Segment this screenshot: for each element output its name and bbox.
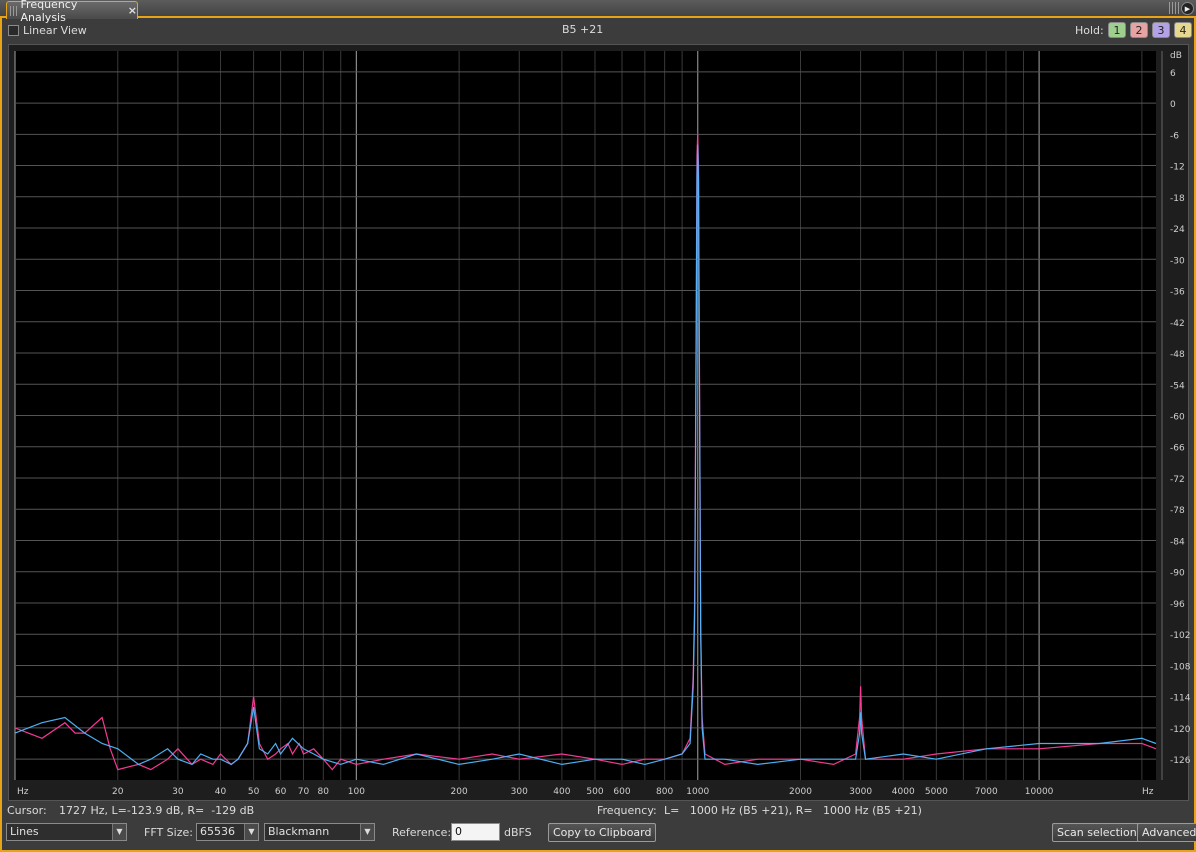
y-tick-label: -102 bbox=[1170, 631, 1190, 641]
fft-size-label: FFT Size: bbox=[144, 826, 193, 839]
x-tick-label: 10000 bbox=[1025, 787, 1054, 797]
y-tick-label: -30 bbox=[1170, 256, 1185, 266]
x-unit-label-right: Hz bbox=[1142, 787, 1154, 797]
y-tick-label: -42 bbox=[1170, 319, 1185, 329]
panel-menu-icon[interactable]: ▶ bbox=[1181, 2, 1194, 15]
scan-selection-button[interactable]: Scan selection bbox=[1052, 823, 1142, 842]
note-display: B5 +21 bbox=[562, 23, 604, 36]
close-icon[interactable]: × bbox=[128, 4, 137, 17]
x-tick-label: 200 bbox=[451, 787, 468, 797]
y-tick-label: -6 bbox=[1170, 131, 1179, 141]
x-tick-label: 500 bbox=[586, 787, 603, 797]
hold-button-4[interactable]: 4 bbox=[1174, 22, 1192, 38]
chevron-down-icon[interactable]: ▼ bbox=[360, 824, 374, 840]
chevron-down-icon[interactable]: ▼ bbox=[112, 824, 126, 840]
window-function-select[interactable]: Blackmann ▼ bbox=[264, 823, 375, 841]
grip-icon[interactable] bbox=[10, 5, 17, 16]
bottom-controls: Lines ▼ FFT Size: 65536 ▼ Blackmann ▼ Re… bbox=[0, 822, 1196, 844]
linear-view-label[interactable]: Linear View bbox=[23, 24, 87, 37]
x-tick-label: 80 bbox=[318, 787, 330, 797]
fft-size-select[interactable]: 65536 ▼ bbox=[196, 823, 259, 841]
x-tick-label: 20 bbox=[112, 787, 124, 797]
x-tick-label: 3000 bbox=[849, 787, 872, 797]
x-unit-label-left: Hz bbox=[17, 787, 29, 797]
y-tick-label: -66 bbox=[1170, 444, 1185, 454]
x-tick-label: 7000 bbox=[975, 787, 998, 797]
y-tick-label: -120 bbox=[1170, 725, 1190, 735]
hold-label: Hold: bbox=[1075, 24, 1104, 37]
tab-frequency-analysis[interactable]: Frequency Analysis × bbox=[6, 0, 138, 24]
y-tick-label: -24 bbox=[1170, 225, 1185, 235]
window-function-value: Blackmann bbox=[268, 825, 330, 838]
y-tick-label: -60 bbox=[1170, 413, 1185, 423]
chevron-down-icon[interactable]: ▼ bbox=[244, 824, 258, 840]
x-tick-label: 70 bbox=[298, 787, 310, 797]
display-mode-select[interactable]: Lines ▼ bbox=[6, 823, 127, 841]
y-tick-label: -114 bbox=[1170, 694, 1190, 704]
copy-to-clipboard-button[interactable]: Copy to Clipboard bbox=[548, 823, 657, 842]
frequency-label: Frequency: bbox=[597, 804, 657, 817]
spectrum-plot[interactable]: 6 0 -6 -12 -18 -24 -30 -36 -42 -48 -54 -60 -66 -72 -78… bbox=[8, 44, 1190, 802]
x-tick-label: 2000 bbox=[789, 787, 812, 797]
x-tick-label: 100 bbox=[348, 787, 365, 797]
display-mode-value: Lines bbox=[10, 825, 39, 838]
top-controls: Linear View B5 +21 Hold: 1234 bbox=[6, 22, 1192, 40]
x-tick-label: 40 bbox=[215, 787, 227, 797]
cursor-label: Cursor: bbox=[7, 804, 47, 817]
x-tick-label: 1000 bbox=[686, 787, 709, 797]
linear-view-checkbox[interactable] bbox=[8, 25, 19, 36]
y-tick-label: -36 bbox=[1170, 288, 1185, 298]
hold-button-1[interactable]: 1 bbox=[1108, 22, 1126, 38]
hold-button-3[interactable]: 3 bbox=[1152, 22, 1170, 38]
x-tick-label: 600 bbox=[613, 787, 630, 797]
reference-label: Reference: bbox=[392, 826, 452, 839]
reference-unit: dBFS bbox=[504, 826, 532, 839]
x-tick-label: 400 bbox=[553, 787, 570, 797]
titlebar-controls: ▶ bbox=[1169, 2, 1194, 15]
y-tick-label: -90 bbox=[1170, 569, 1185, 579]
y-tick-label: -54 bbox=[1170, 381, 1185, 391]
y-tick-label: -12 bbox=[1170, 163, 1185, 173]
y-tick-label: -84 bbox=[1170, 537, 1185, 547]
y-tick-label: -96 bbox=[1170, 600, 1185, 610]
fft-size-value: 65536 bbox=[200, 825, 235, 838]
y-unit-label: dB bbox=[1170, 51, 1182, 61]
y-tick-label: -48 bbox=[1170, 350, 1185, 360]
y-tick-label: 6 bbox=[1170, 69, 1176, 79]
x-tick-label: 30 bbox=[172, 787, 184, 797]
hold-button-2[interactable]: 2 bbox=[1130, 22, 1148, 38]
spectrum-chart[interactable]: 60-6-12-18-24-30-36-42-48-54-60-66-72-78… bbox=[9, 45, 1190, 802]
x-tick-label: 60 bbox=[275, 787, 287, 797]
y-tick-label: -78 bbox=[1170, 506, 1185, 516]
y-tick-label: -72 bbox=[1170, 475, 1185, 485]
tab-title: Frequency Analysis bbox=[20, 0, 78, 24]
x-tick-label: 800 bbox=[656, 787, 673, 797]
y-tick-label: -126 bbox=[1170, 756, 1190, 766]
x-tick-label: 5000 bbox=[925, 787, 948, 797]
frequency-value: L= 1000 Hz (B5 +21), R= 1000 Hz (B5 +21) bbox=[664, 804, 922, 817]
panel-titlebar: Frequency Analysis × ▶ bbox=[0, 0, 1196, 24]
y-tick-label: -18 bbox=[1170, 194, 1185, 204]
reference-input[interactable]: 0 bbox=[451, 823, 500, 841]
x-tick-label: 4000 bbox=[892, 787, 915, 797]
cursor-value: 1727 Hz, L=-123.9 dB, R= -129 dB bbox=[59, 804, 255, 817]
advanced-button[interactable]: Advanced bbox=[1137, 823, 1196, 842]
grip-icon[interactable] bbox=[1169, 2, 1179, 14]
x-tick-label: 300 bbox=[511, 787, 528, 797]
y-tick-label: 0 bbox=[1170, 100, 1176, 110]
y-tick-label: -108 bbox=[1170, 662, 1190, 672]
x-tick-label: 50 bbox=[248, 787, 260, 797]
